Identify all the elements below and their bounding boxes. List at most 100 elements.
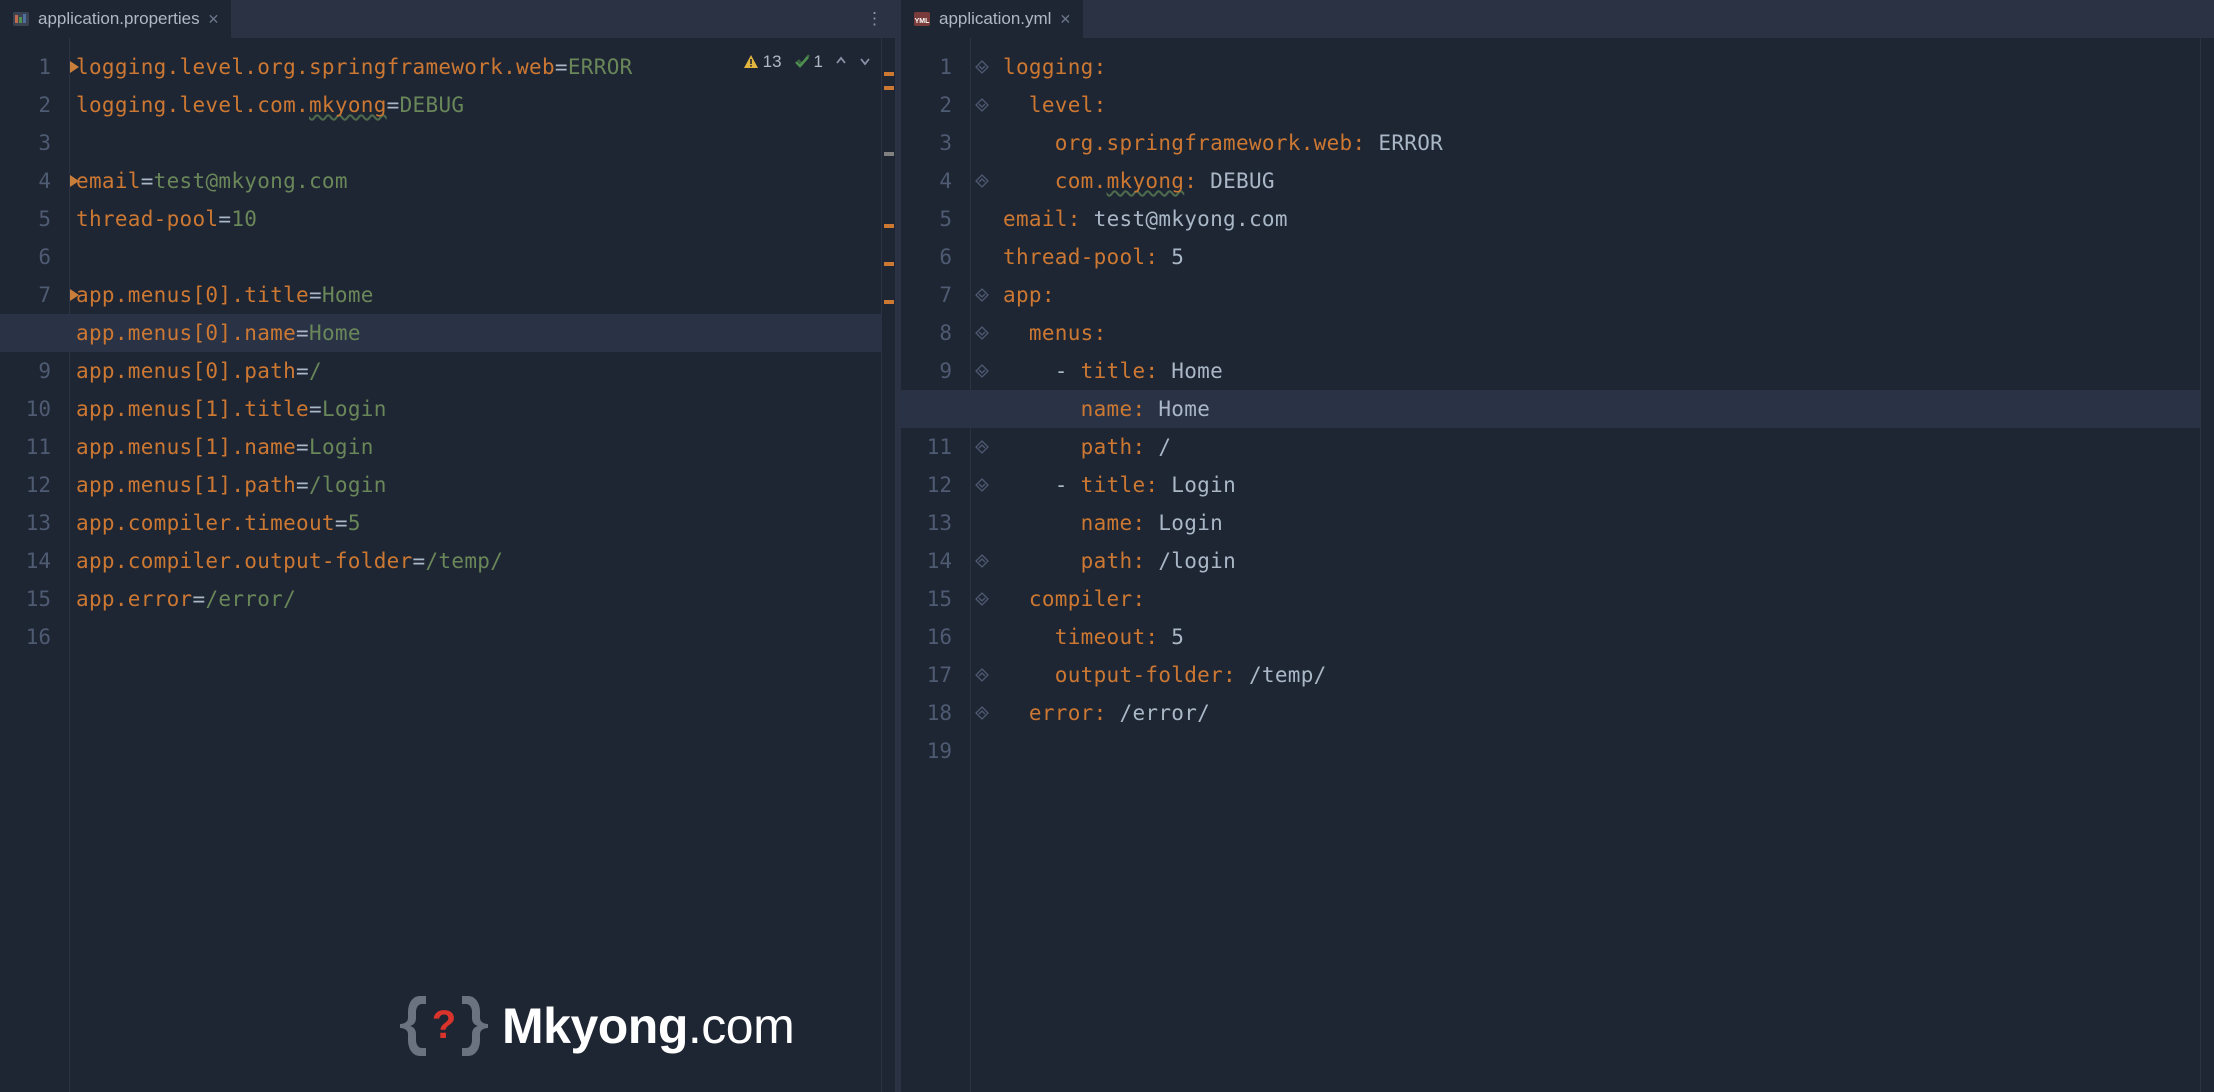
fold-expand-icon[interactable] [975,364,989,378]
info-marker[interactable] [884,152,894,156]
code-line[interactable]: name: Login [997,504,2200,542]
code-area-left[interactable]: logging.level.org.springframework.web=ER… [70,38,881,1092]
fold-expand-icon[interactable] [975,592,989,606]
code-line[interactable] [997,732,2200,770]
fold-expand-icon[interactable] [975,478,989,492]
warning-marker[interactable] [884,72,894,76]
line-number[interactable]: 7 [0,276,69,314]
gutter-right[interactable]: 12345678910111213141516171819 [901,38,971,1092]
line-number[interactable]: 14 [901,542,970,580]
line-number[interactable]: 3 [0,124,69,162]
line-number[interactable]: 16 [901,618,970,656]
code-line[interactable]: app.compiler.output-folder=/temp/ [70,542,881,580]
marker-strip-left[interactable] [881,38,895,1092]
code-line[interactable]: app: [997,276,2200,314]
code-line[interactable]: app.menus[0].path=/ [70,352,881,390]
code-line[interactable]: thread-pool=10 [70,200,881,238]
line-number[interactable]: 19 [901,732,970,770]
code-line[interactable]: com.mkyong: DEBUG [997,162,2200,200]
line-number[interactable]: 9 [0,352,69,390]
fold-collapse-icon[interactable] [975,706,989,720]
code-line[interactable]: compiler: [997,580,2200,618]
tab-overflow-icon[interactable]: ⋮ [856,0,895,38]
line-number[interactable]: 6 [901,238,970,276]
code-line[interactable]: email: test@mkyong.com [997,200,2200,238]
code-line[interactable]: menus: [997,314,2200,352]
warning-marker[interactable] [884,300,894,304]
code-line[interactable]: app.menus[1].path=/login [70,466,881,504]
code-line[interactable]: app.error=/error/ [70,580,881,618]
code-line[interactable]: level: [997,86,2200,124]
line-number[interactable]: 14 [0,542,69,580]
close-tab-icon[interactable]: ✕ [208,11,220,28]
code-line[interactable]: app.menus[1].title=Login [70,390,881,428]
code-line[interactable]: path: /login [997,542,2200,580]
line-number[interactable]: 13 [0,504,69,542]
code-line[interactable] [70,618,881,656]
tab-application-yml[interactable]: YML application.yml ✕ [901,0,1084,38]
line-number[interactable]: 4 [901,162,970,200]
inspections-widget[interactable]: 13 1 [739,50,875,74]
line-number[interactable]: 12 [901,466,970,504]
fold-expand-icon[interactable] [975,326,989,340]
line-number[interactable]: 8 [901,314,970,352]
fold-expand-icon[interactable] [975,288,989,302]
fold-collapse-icon[interactable] [975,174,989,188]
marker-strip-right[interactable] [2200,38,2214,1092]
line-number[interactable]: 2 [901,86,970,124]
code-line[interactable]: logging: [997,48,2200,86]
next-highlight-icon[interactable] [859,54,871,70]
fold-expand-icon[interactable] [975,60,989,74]
warning-marker[interactable] [884,86,894,90]
line-number[interactable]: 9 [901,352,970,390]
code-line[interactable]: app.compiler.timeout=5 [70,504,881,542]
prev-highlight-icon[interactable] [835,54,847,70]
code-line[interactable]: thread-pool: 5 [997,238,2200,276]
line-number[interactable]: 11 [901,428,970,466]
code-line[interactable] [70,238,881,276]
line-number[interactable]: 4 [0,162,69,200]
line-number[interactable]: 1 [0,48,69,86]
fold-collapse-icon[interactable] [975,554,989,568]
editor-right[interactable]: 12345678910111213141516171819 logging: l… [901,38,2214,1092]
line-number[interactable]: 2 [0,86,69,124]
fold-strip[interactable] [971,38,997,1092]
line-number[interactable]: 13 [901,504,970,542]
code-line[interactable]: logging.level.com.mkyong=DEBUG [70,86,881,124]
line-number[interactable]: 6 [0,238,69,276]
line-number[interactable]: 16 [0,618,69,656]
warning-marker[interactable] [884,224,894,228]
tab-application-properties[interactable]: application.properties ✕ [0,0,232,38]
code-line[interactable]: app.menus[0].title=Home [70,276,881,314]
line-number[interactable]: 17 [901,656,970,694]
line-number[interactable]: 11 [0,428,69,466]
passes-count[interactable]: 1 [794,52,823,72]
code-line[interactable]: - title: Home [997,352,2200,390]
code-area-right[interactable]: logging: level: org.springframework.web:… [997,38,2200,1092]
line-number[interactable]: 10 [0,390,69,428]
code-line[interactable]: name: Home [997,390,2200,428]
gutter-left[interactable]: 12345678910111213141516 [0,38,70,1092]
line-number[interactable]: 5 [901,200,970,238]
fold-expand-icon[interactable] [975,98,989,112]
warning-marker[interactable] [884,262,894,266]
fold-collapse-icon[interactable] [975,668,989,682]
editor-left[interactable]: 12345678910111213141516 logging.level.or… [0,38,895,1092]
line-number[interactable]: 18 [901,694,970,732]
code-line[interactable]: org.springframework.web: ERROR [997,124,2200,162]
code-line[interactable]: path: / [997,428,2200,466]
code-line[interactable]: email=test@mkyong.com [70,162,881,200]
code-line[interactable]: timeout: 5 [997,618,2200,656]
code-line[interactable]: - title: Login [997,466,2200,504]
line-number[interactable]: 5 [0,200,69,238]
line-number[interactable]: 1 [901,48,970,86]
code-line[interactable]: app.menus[1].name=Login [70,428,881,466]
code-line[interactable] [70,124,881,162]
fold-collapse-icon[interactable] [975,440,989,454]
code-line[interactable]: error: /error/ [997,694,2200,732]
code-line[interactable]: app.menus[0].name=Home [70,314,881,352]
line-number[interactable]: 7 [901,276,970,314]
line-number[interactable]: 15 [901,580,970,618]
warnings-count[interactable]: 13 [743,52,782,72]
line-number[interactable]: 12 [0,466,69,504]
